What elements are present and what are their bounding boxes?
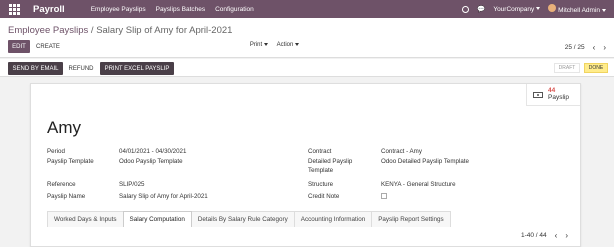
employee-name: Amy: [47, 118, 81, 137]
chevron-right-icon[interactable]: ›: [565, 231, 568, 240]
refund-button[interactable]: REFUND: [66, 62, 96, 75]
top-navbar: Payroll Employee Payslips Payslips Batch…: [0, 0, 614, 18]
tab-accounting-information[interactable]: Accounting Information: [293, 211, 373, 227]
payslip-template-label: Payslip Template: [47, 158, 94, 165]
payslip-name-label: Payslip Name: [47, 193, 86, 200]
company-name: YourCompany: [493, 5, 535, 13]
print-dropdown[interactable]: Print: [246, 38, 272, 51]
reference-value: SLIP/025: [119, 181, 145, 188]
tab-payslip-report-settings[interactable]: Payslip Report Settings: [371, 211, 451, 227]
period-value: 04/01/2021 - 04/30/2021: [119, 148, 187, 155]
action-dropdown[interactable]: Action: [273, 38, 303, 51]
detailed-template-label-line1: Detailed Payslip: [308, 158, 353, 165]
control-panel: Employee Payslips / Salary Slip of Amy f…: [0, 18, 614, 58]
breadcrumb-parent[interactable]: Employee Payslips: [8, 25, 88, 36]
print-excel-payslip-button[interactable]: PRINT EXCEL PAYSLIP: [100, 62, 174, 75]
tab-details-by-salary-rule-category[interactable]: Details By Salary Rule Category: [190, 211, 295, 227]
user-name: Mitchell Admin: [558, 7, 600, 14]
contract-value[interactable]: Contract - Amy: [381, 147, 422, 156]
notebook-tabs: Worked Days & Inputs Salary Computation …: [47, 211, 451, 228]
chevron-left-icon[interactable]: ‹: [555, 231, 558, 240]
chevron-right-icon[interactable]: ›: [603, 43, 606, 52]
chat-icon[interactable]: 💬: [477, 5, 485, 13]
menu-employee-payslips[interactable]: Employee Payslips: [91, 6, 146, 13]
apps-grid-icon[interactable]: [9, 4, 23, 15]
tab-salary-computation[interactable]: Salary Computation: [122, 211, 192, 228]
structure-value[interactable]: KENYA - General Structure: [381, 180, 456, 189]
action-label: Action: [276, 41, 294, 48]
lines-pager-value[interactable]: 1-40 / 44: [521, 232, 547, 239]
record-pager: 25 / 25 ‹ ›: [565, 43, 606, 52]
company-switcher[interactable]: YourCompany: [493, 5, 541, 13]
caret-down-icon: [602, 8, 606, 12]
payslip-smart-button[interactable]: 44 Payslip: [526, 84, 580, 106]
avatar: [548, 4, 557, 12]
payslip-count-label: Payslip: [548, 94, 569, 101]
app-title[interactable]: Payroll: [33, 4, 65, 15]
detailed-template-label-line2: Template: [308, 167, 334, 174]
send-by-email-button[interactable]: SEND BY EMAIL: [8, 62, 63, 75]
credit-note-label: Credit Note: [308, 193, 340, 200]
breadcrumb-separator: /: [90, 25, 94, 36]
stage-done: DONE: [584, 63, 608, 73]
form-sheet: 44 Payslip Amy Period 04/01/2021 - 04/30…: [30, 83, 581, 247]
user-menu[interactable]: Mitchell Admin: [548, 4, 606, 14]
breadcrumb: Employee Payslips / Salary Slip of Amy f…: [8, 25, 232, 36]
caret-down-icon: [536, 7, 541, 11]
period-label: Period: [47, 148, 65, 155]
payslip-template-value[interactable]: Odoo Payslip Template: [119, 157, 183, 166]
credit-note-checkbox[interactable]: [381, 193, 387, 199]
reference-label: Reference: [47, 181, 76, 188]
create-button[interactable]: CREATE: [34, 40, 62, 53]
print-label: Print: [249, 41, 263, 48]
menu-payslips-batches[interactable]: Payslips Batches: [156, 6, 206, 13]
payslip-count: 44: [548, 87, 556, 94]
tab-worked-days-inputs[interactable]: Worked Days & Inputs: [47, 211, 124, 227]
caret-down-icon: [295, 43, 300, 46]
activity-clock-icon[interactable]: [462, 5, 470, 13]
stage-draft: DRAFT: [554, 63, 580, 73]
lines-pager: 1-40 / 44 ‹ ›: [521, 231, 568, 240]
breadcrumb-current: Salary Slip of Amy for April-2021: [96, 25, 233, 36]
contract-label: Contract: [308, 148, 332, 155]
edit-button[interactable]: EDIT: [8, 40, 30, 53]
payslip-name-value: Salary Slip of Amy for April-2021: [119, 193, 208, 200]
pager-value[interactable]: 25 / 25: [565, 44, 585, 51]
chevron-left-icon[interactable]: ‹: [593, 43, 596, 52]
menu-configuration[interactable]: Configuration: [215, 6, 254, 13]
structure-label: Structure: [308, 181, 334, 188]
caret-down-icon: [264, 43, 269, 46]
detailed-template-value[interactable]: Odoo Detailed Payslip Template: [381, 157, 469, 166]
status-bar: SEND BY EMAIL REFUND PRINT EXCEL PAYSLIP…: [0, 59, 614, 77]
money-bill-icon: [533, 91, 543, 98]
